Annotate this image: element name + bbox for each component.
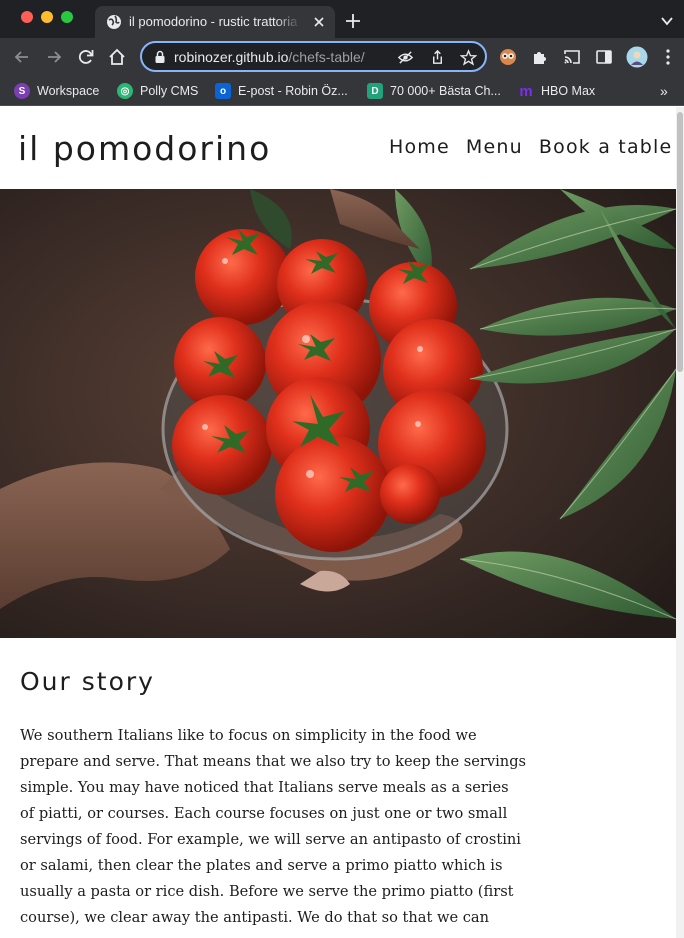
reload-icon[interactable] xyxy=(76,47,96,67)
tab-title: il pomodorino - rustic trattoria xyxy=(129,14,298,29)
cast-icon[interactable] xyxy=(562,47,582,67)
browser-toolbar: robinozer.github.io/chefs-table/ xyxy=(0,38,684,76)
bookmarks-bar: S Workspace ◎ Polly CMS o E-post - Robin… xyxy=(0,76,684,106)
bookmark-label: 70 000+ Bästa Ch... xyxy=(390,84,501,98)
forward-arrow-icon[interactable] xyxy=(44,47,64,67)
site-logo[interactable]: il pomodorino xyxy=(18,129,271,169)
bookmark-polly-cms[interactable]: ◎ Polly CMS xyxy=(117,81,198,101)
story-line: servings of food. For example, we will s… xyxy=(20,831,521,848)
tomatoes-bowl-image xyxy=(0,189,676,638)
share-icon[interactable] xyxy=(429,49,446,66)
our-story-heading: Our story xyxy=(20,667,155,696)
profile-avatar-icon[interactable] xyxy=(626,46,648,68)
web-page: il pomodorino Home Menu Book a table Our… xyxy=(0,107,676,938)
chevron-down-icon[interactable] xyxy=(660,14,674,28)
address-bar[interactable]: robinozer.github.io/chefs-table/ xyxy=(140,41,487,72)
story-line: course), we clear away the antipasti. We… xyxy=(20,909,490,926)
eye-off-icon[interactable] xyxy=(397,49,414,66)
bookmark-label: E-post - Robin Öz... xyxy=(238,84,348,98)
story-line: or salami, then clear the plates and ser… xyxy=(20,857,503,874)
story-line: We southern Italians like to focus on si… xyxy=(20,727,477,744)
our-story-paragraph: We southern Italians like to focus on si… xyxy=(20,723,535,931)
bookmark-label: HBO Max xyxy=(541,84,596,98)
d-icon: D xyxy=(367,83,383,99)
home-icon[interactable] xyxy=(107,47,127,67)
story-line: of piatti, or courses. Each course focus… xyxy=(20,805,508,822)
hbo-max-icon: m xyxy=(519,82,533,100)
story-line: usually a pasta or rice dish. Before we … xyxy=(20,883,514,900)
story-line: prepare and serve. That means that we al… xyxy=(20,753,527,770)
zoom-window-button[interactable] xyxy=(61,11,73,23)
url-host: robinozer.github.io xyxy=(174,49,289,65)
nav-link-menu[interactable]: Menu xyxy=(466,135,523,159)
main-nav: Home Menu Book a table xyxy=(389,135,672,159)
close-icon[interactable] xyxy=(311,14,327,30)
nav-link-book-a-table[interactable]: Book a table xyxy=(539,135,673,159)
bookmark-hbo-max[interactable]: m HBO Max xyxy=(518,81,595,101)
browser-tab-strip: il pomodorino - rustic trattoria xyxy=(0,0,684,38)
nav-link-home[interactable]: Home xyxy=(389,135,450,159)
double-chevron-right-icon[interactable]: » xyxy=(660,83,668,99)
side-panel-icon[interactable] xyxy=(594,47,614,67)
lock-icon[interactable] xyxy=(154,50,166,64)
minimize-window-button[interactable] xyxy=(41,11,53,23)
site-header: il pomodorino Home Menu Book a table xyxy=(0,107,676,189)
polly-icon: ◎ xyxy=(117,83,133,99)
hero-image xyxy=(0,189,676,638)
bookmark-e-post[interactable]: o E-post - Robin Öz... xyxy=(215,81,348,101)
browser-tab-active[interactable]: il pomodorino - rustic trattoria xyxy=(95,6,335,38)
puzzle-icon[interactable] xyxy=(530,47,550,67)
bookmark-workspace[interactable]: S Workspace xyxy=(14,81,99,101)
story-line: simple. You may have noticed that Italia… xyxy=(20,779,509,796)
more-vertical-icon[interactable] xyxy=(662,47,674,67)
bookmark-label: Workspace xyxy=(37,84,100,98)
extension-owl-icon[interactable] xyxy=(498,47,518,67)
bookmark-label: Polly CMS xyxy=(140,84,199,98)
back-arrow-icon[interactable] xyxy=(12,47,32,67)
workspace-icon: S xyxy=(14,83,30,99)
url-path: /chefs-table/ xyxy=(288,49,365,65)
outlook-icon: o xyxy=(215,83,231,99)
close-window-button[interactable] xyxy=(21,11,33,23)
bookmark-basta[interactable]: D 70 000+ Bästa Ch... xyxy=(367,81,501,101)
plus-icon[interactable] xyxy=(344,12,362,30)
page-scrollbar-thumb[interactable] xyxy=(677,112,683,372)
url-text[interactable]: robinozer.github.io/chefs-table/ xyxy=(174,48,365,66)
globe-icon xyxy=(107,15,121,29)
star-icon[interactable] xyxy=(460,49,477,66)
